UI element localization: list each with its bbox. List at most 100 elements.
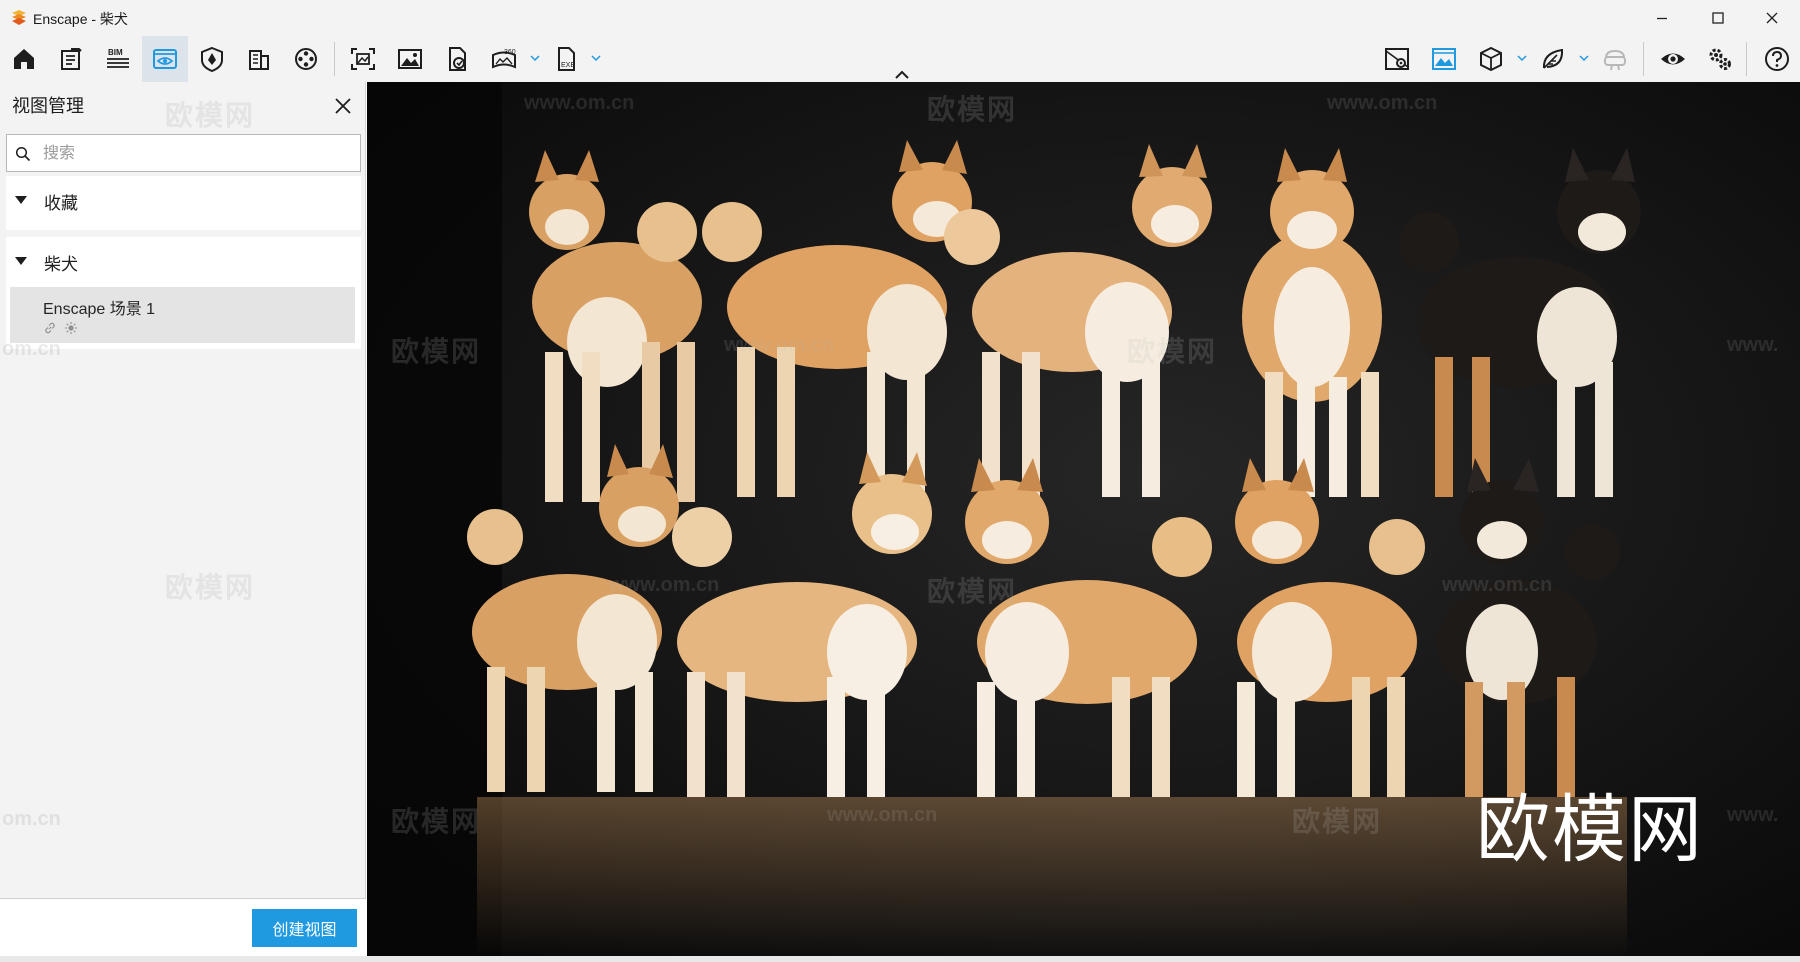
atmosphere-button[interactable] xyxy=(1421,36,1467,82)
view-management-button[interactable] xyxy=(142,36,188,82)
map-button[interactable] xyxy=(1374,36,1420,82)
watermark-text: 欧模网 xyxy=(927,94,1018,125)
watermark-url: www.om.cn xyxy=(1442,574,1553,596)
title-bar: Enscape - 柴犬 xyxy=(0,0,1800,36)
view-eye-icon xyxy=(153,49,177,69)
chevron-down-icon xyxy=(530,55,540,62)
svg-text:BIM: BIM xyxy=(108,48,123,57)
visual-settings-button[interactable] xyxy=(1468,36,1514,82)
view-item-name: Enscape 场景 1 xyxy=(43,301,156,318)
panel-footer: 创建视图 xyxy=(0,898,366,956)
bim-icon: BIM xyxy=(107,48,129,68)
watermark-url: www. xyxy=(1727,804,1779,826)
asset-shield-icon xyxy=(201,46,223,73)
document-icon xyxy=(61,48,82,70)
close-panel-button[interactable] xyxy=(329,92,357,120)
toolbar-separator xyxy=(1746,42,1747,76)
group-header-shiba[interactable]: 柴犬 xyxy=(6,237,361,285)
asset-library-button[interactable] xyxy=(189,36,235,82)
panorama-360-icon: 360 xyxy=(492,49,516,69)
watermark-text: 欧模网 xyxy=(391,336,482,367)
watermark-url: www.om.cn xyxy=(1327,92,1438,114)
close-icon xyxy=(335,98,351,114)
panorama-button[interactable]: 360 xyxy=(481,36,527,82)
help-button[interactable] xyxy=(1754,36,1800,82)
screenshot-frame-icon xyxy=(351,48,375,70)
watermark-text: 欧模网 xyxy=(165,100,256,131)
building-icon xyxy=(249,50,269,70)
chevron-down-icon xyxy=(1579,55,1589,62)
watermark-url: www.om.cn xyxy=(724,334,835,356)
watermark-text: 欧模网 xyxy=(165,572,256,603)
maximize-button[interactable] xyxy=(1690,0,1746,36)
watermark-url: www.om.cn xyxy=(827,804,938,826)
brand-watermark: 欧模网 xyxy=(1476,787,1704,873)
watermark-text: 欧模网 xyxy=(1292,806,1383,837)
watermark-text: 欧模网 xyxy=(927,576,1018,607)
chevron-down-icon xyxy=(1517,55,1527,62)
shiba-group: 柴犬 Enscape 场景 1 xyxy=(6,237,361,349)
leaf-icon xyxy=(1542,48,1564,69)
svg-text:360: 360 xyxy=(504,49,516,56)
window-bottom-edge xyxy=(0,956,1800,962)
watermark-url: www.om.cn xyxy=(609,574,720,596)
file-export-icon xyxy=(449,47,466,71)
group-label: 收藏 xyxy=(44,194,78,213)
building-button[interactable] xyxy=(236,36,282,82)
watermark-url: www.om.cn xyxy=(524,92,635,114)
chevron-down-icon xyxy=(591,55,601,62)
bim-button[interactable]: BIM xyxy=(95,36,141,82)
home-button[interactable] xyxy=(1,36,47,82)
watermark-url: om.cn xyxy=(2,808,61,830)
view-item[interactable]: Enscape 场景 1 xyxy=(10,287,355,343)
minimize-button[interactable] xyxy=(1634,0,1690,36)
maximize-icon xyxy=(1712,12,1724,24)
svg-text:EXE: EXE xyxy=(561,62,575,69)
film-icon xyxy=(295,48,317,70)
document-button[interactable] xyxy=(48,36,94,82)
window-title: Enscape - 柴犬 xyxy=(33,11,128,27)
enscape-logo-icon xyxy=(12,10,26,25)
settings-button[interactable] xyxy=(1697,36,1743,82)
panorama-dropdown[interactable] xyxy=(527,50,543,66)
image-icon xyxy=(398,49,422,69)
visual-settings-dropdown[interactable] xyxy=(1514,50,1530,66)
close-icon xyxy=(1766,12,1778,24)
map-pin-icon xyxy=(1385,48,1409,70)
link-icon xyxy=(45,322,55,334)
collapse-toolbar-handle[interactable] xyxy=(892,68,912,82)
vr-headset-button[interactable] xyxy=(1592,36,1638,82)
group-label: 柴犬 xyxy=(44,255,78,274)
material-editor-button[interactable] xyxy=(1530,36,1576,82)
image-export-button[interactable] xyxy=(387,36,433,82)
panel-title: 视图管理 xyxy=(12,96,84,116)
export-dropdown[interactable] xyxy=(588,50,604,66)
vr-headset-icon xyxy=(1604,49,1626,71)
watermark-url: om.cn xyxy=(2,338,61,360)
screenshot-button[interactable] xyxy=(340,36,386,82)
search-input[interactable] xyxy=(43,141,343,167)
watermark-url: www. xyxy=(1727,334,1779,356)
create-view-button[interactable]: 创建视图 xyxy=(252,909,357,947)
home-icon xyxy=(14,49,34,69)
search-icon xyxy=(15,146,31,162)
eye-icon xyxy=(1661,53,1685,65)
chevron-up-icon xyxy=(895,70,909,79)
cube-icon xyxy=(1480,46,1502,72)
material-dropdown[interactable] xyxy=(1576,50,1592,66)
batch-render-button[interactable] xyxy=(434,36,480,82)
toolbar-separator xyxy=(334,42,335,76)
video-editor-button[interactable] xyxy=(283,36,329,82)
caret-down-icon xyxy=(15,196,27,204)
group-header-favorites[interactable]: 收藏 xyxy=(6,176,361,224)
close-window-button[interactable] xyxy=(1744,0,1800,36)
help-icon xyxy=(1765,47,1789,71)
minimize-icon xyxy=(1657,17,1667,20)
settings-gears-icon xyxy=(1709,48,1731,70)
landscape-image-icon xyxy=(1432,48,1456,70)
live-view-button[interactable] xyxy=(1650,36,1696,82)
toolbar-separator xyxy=(1643,42,1644,76)
exe-export-button[interactable]: EXE xyxy=(544,36,590,82)
caret-down-icon xyxy=(15,257,27,265)
exe-export-icon: EXE xyxy=(558,47,575,71)
